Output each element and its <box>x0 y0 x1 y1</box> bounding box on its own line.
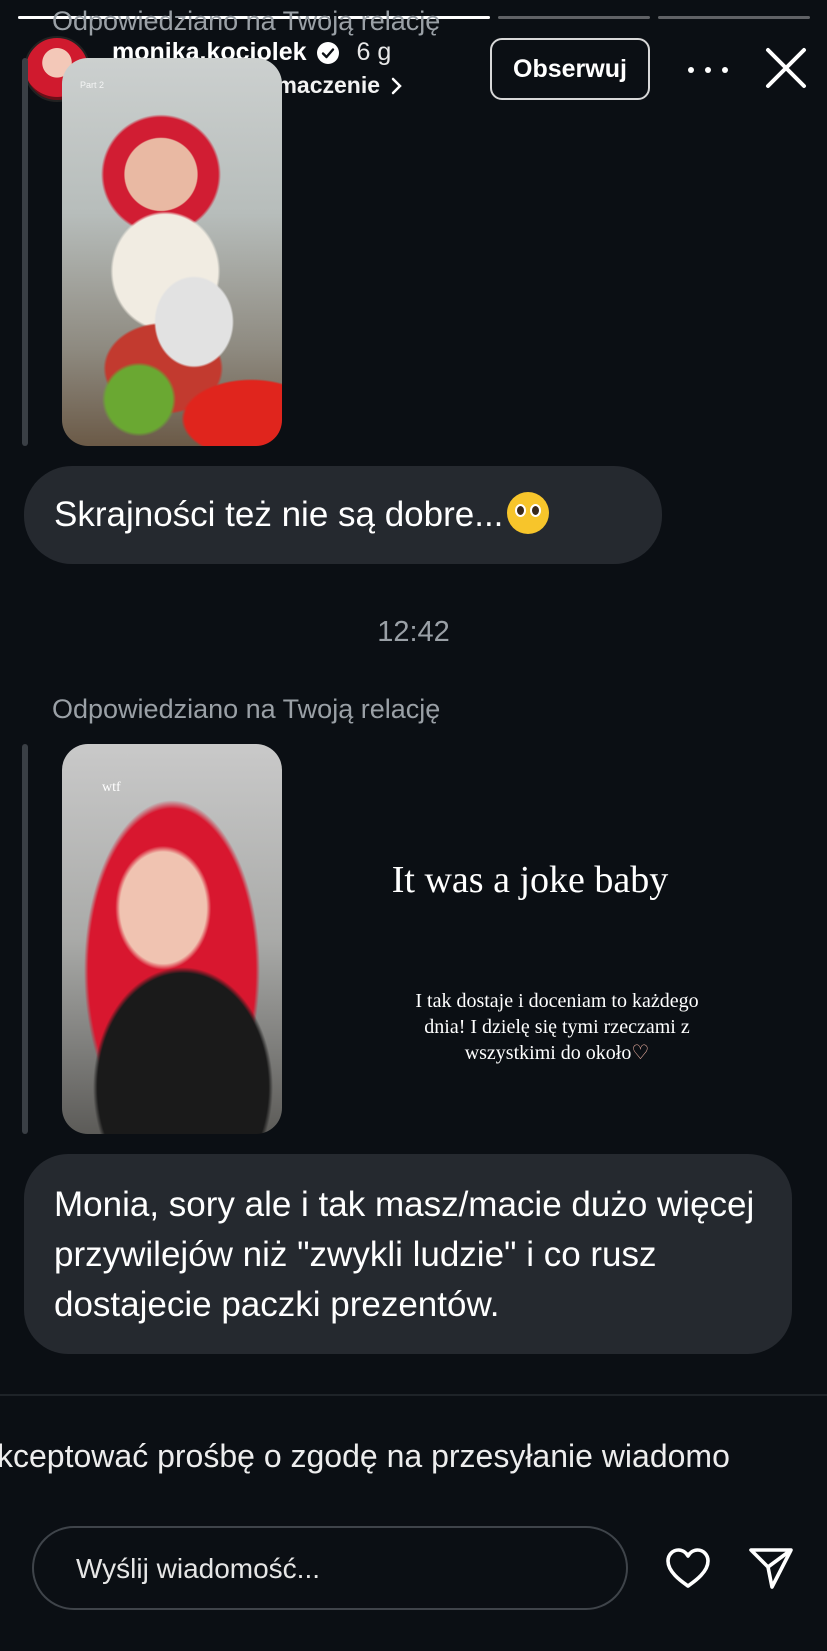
accept-request-text[interactable]: kceptować prośbę o zgodę na przesyłanie … <box>0 1438 730 1475</box>
more-icon[interactable] <box>688 52 728 88</box>
message-text: Monia, sory ale i tak masz/macie dużo wi… <box>54 1185 755 1324</box>
chevron-right-icon <box>391 77 402 94</box>
pleading-face-emoji-icon <box>507 492 550 534</box>
quote-bar <box>22 58 28 446</box>
time-ago: 6 g <box>356 38 392 66</box>
message-input-box[interactable] <box>32 1526 628 1610</box>
timestamp: 12:42 <box>377 616 450 648</box>
progress-segment <box>658 16 810 19</box>
follow-button[interactable]: Obserwuj <box>490 38 650 100</box>
verified-icon <box>316 41 339 64</box>
story-title: It was a joke baby <box>391 859 669 901</box>
message-bubble[interactable]: Skrajności też nie są dobre... <box>24 466 662 564</box>
reply-label: Odpowiedziano na Twoją relację <box>52 6 441 36</box>
message-input[interactable] <box>74 1528 598 1610</box>
close-icon[interactable] <box>764 46 808 90</box>
story-body-text: I tak dostaje i doceniam to każdego dnia… <box>415 990 699 1064</box>
thumbnail-caption: Part 2 <box>80 80 105 90</box>
heart-hands-emoji-icon: ♡ <box>631 1042 650 1064</box>
story-body: I tak dostaje i doceniam to każdego dnia… <box>412 988 702 1066</box>
story-thumbnail[interactable]: Part 2 <box>62 58 282 446</box>
message-text: Skrajności też nie są dobre... <box>54 495 504 534</box>
send-icon[interactable] <box>748 1546 794 1590</box>
thumbnail-caption: wtf <box>102 780 121 795</box>
divider <box>0 1394 827 1396</box>
message-bubble[interactable]: Monia, sory ale i tak masz/macie dużo wi… <box>24 1154 792 1354</box>
quote-bar <box>22 744 28 1134</box>
reply-label: Odpowiedziano na Twoją relację <box>52 694 441 724</box>
story-thumbnail[interactable]: wtf <box>62 744 282 1134</box>
heart-icon[interactable] <box>664 1546 712 1590</box>
progress-segment <box>498 16 650 19</box>
